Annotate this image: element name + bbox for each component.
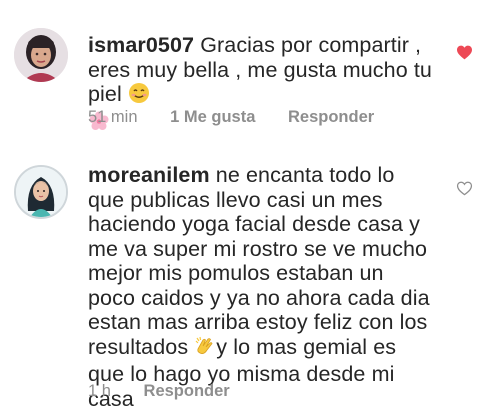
clapping-hands-emoji: [194, 335, 216, 363]
likes-count-button[interactable]: 1 Me gusta: [170, 108, 255, 126]
reply-button[interactable]: Responder: [288, 108, 374, 126]
avatar[interactable]: [14, 28, 68, 82]
comment-username[interactable]: moreanilem: [88, 163, 210, 187]
comment-meta: 1 h Responder: [88, 382, 258, 401]
comment-text-block: moreanilem ne encanta todo lo que public…: [88, 163, 433, 411]
reply-button[interactable]: Responder: [144, 382, 230, 400]
avatar[interactable]: [14, 165, 68, 219]
heart-icon[interactable]: [456, 45, 473, 65]
avatar-illustration: [16, 167, 66, 217]
comment-time: 51 min: [88, 108, 138, 126]
avatar-photo: [14, 28, 68, 82]
comment-time: 1 h: [88, 382, 111, 400]
heart-outline-icon[interactable]: [456, 181, 473, 201]
comment-item: ismar0507 Gracias por compartir , eres m…: [0, 0, 500, 140]
comment-item: moreanilem ne encanta todo lo que public…: [0, 140, 500, 419]
smiling-face-emoji: [128, 82, 150, 110]
comment-body-part-1: ne encanta todo lo que publicas llevo ca…: [88, 163, 430, 359]
comment-meta: 51 min 1 Me gusta Responder: [88, 108, 402, 127]
comment-username[interactable]: ismar0507: [88, 33, 194, 57]
